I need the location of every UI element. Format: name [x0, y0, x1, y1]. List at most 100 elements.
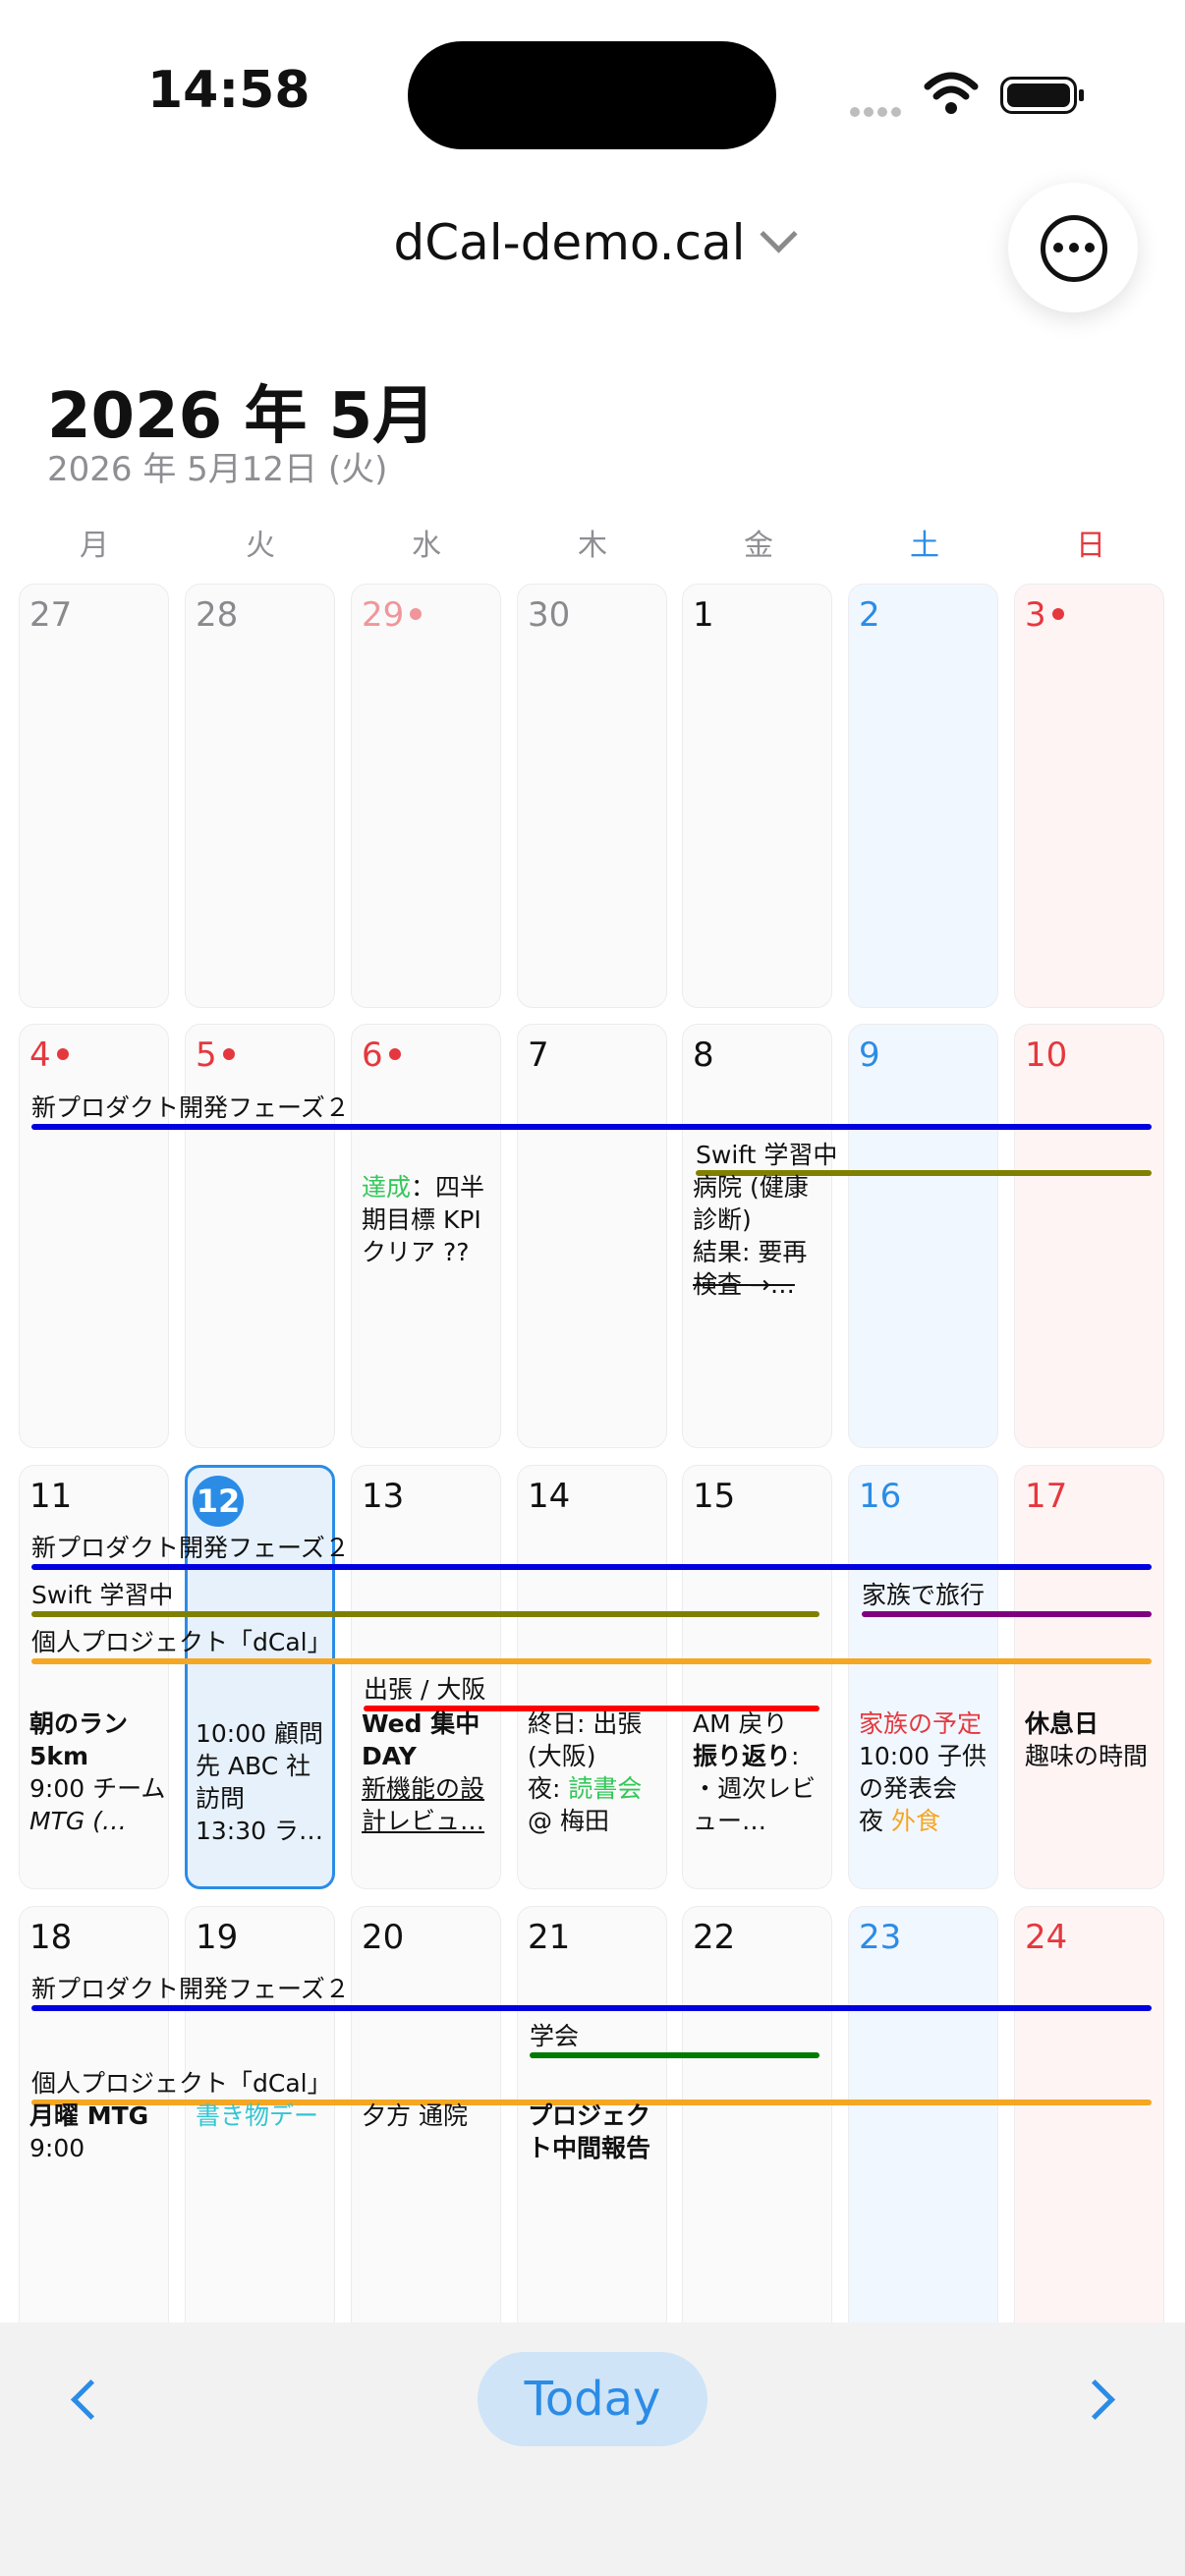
- day-number: 30: [528, 595, 571, 635]
- event-text[interactable]: プロジェクト中間報告: [528, 2100, 665, 2164]
- day-number: 22: [693, 1918, 736, 1957]
- day-number: 29: [362, 595, 423, 635]
- event-bar-label: 個人プロジェクト「dCal」: [31, 1628, 332, 1656]
- day-cell[interactable]: [1014, 1024, 1164, 1448]
- day-number: 6: [362, 1036, 401, 1075]
- holiday-dot: [1051, 607, 1064, 620]
- day-cell[interactable]: [848, 584, 998, 1008]
- dynamic-island: [408, 41, 776, 149]
- day-number: 13: [362, 1477, 405, 1516]
- chevron-down-icon: [759, 215, 798, 253]
- holiday-dot: [388, 1047, 401, 1060]
- event-text[interactable]: 家族の予定 10:00 子供の発表会 夜 外食: [859, 1708, 996, 1837]
- day-number: 3: [1025, 595, 1064, 635]
- next-month-button[interactable]: [1067, 2370, 1126, 2429]
- calendar-selector[interactable]: dCal-demo.cal: [0, 214, 1185, 271]
- event-bar-label: Swift 学習中: [31, 1581, 174, 1609]
- day-number: 7: [528, 1036, 549, 1075]
- event-bar[interactable]: [31, 1658, 1152, 1664]
- day-cell[interactable]: [848, 1024, 998, 1448]
- day-number: 21: [528, 1918, 571, 1957]
- event-bar-label: 出張 / 大阪: [364, 1675, 486, 1704]
- event-text[interactable]: Wed 集中DAY 新機能の設計レビュ…: [362, 1708, 499, 1837]
- day-number: 10: [1025, 1036, 1068, 1075]
- event-text[interactable]: 10:00 顧問先 ABC 社訪問 13:30 ラ…: [196, 1717, 333, 1847]
- previous-month-button[interactable]: [59, 2370, 118, 2429]
- event-bar[interactable]: [31, 2005, 1152, 2011]
- chevron-right-icon: [1074, 2379, 1116, 2421]
- more-options-button[interactable]: [1008, 183, 1138, 312]
- day-number: 5: [196, 1036, 235, 1075]
- day-number: 8: [693, 1036, 714, 1075]
- event-text[interactable]: AM 戻り 振り返り: ・週次レビュー…: [693, 1708, 830, 1837]
- event-bar-label: 学会: [530, 2022, 580, 2050]
- day-cell[interactable]: [19, 1024, 169, 1448]
- day-number: 24: [1025, 1918, 1068, 1957]
- event-text[interactable]: 月曜 MTG 9:00: [29, 2100, 167, 2164]
- day-number: 4: [29, 1036, 69, 1075]
- event-text[interactable]: 書き物デー: [196, 2100, 333, 2132]
- weekday-tue: 火: [246, 529, 275, 563]
- event-bar-label: 新プロダクト開発フェーズ２: [31, 1534, 350, 1562]
- event-text[interactable]: 9:00 チームMTG (…: [29, 1772, 167, 1837]
- day-number: 17: [1025, 1477, 1068, 1516]
- weekday-thu: 木: [578, 529, 607, 563]
- day-cell[interactable]: [848, 1906, 998, 2338]
- today-day-number: 12: [193, 1476, 244, 1527]
- event-text[interactable]: 病院 (健康診断) 結果: 要再 検査 →…: [693, 1171, 830, 1301]
- selected-date: 2026 年 5月12日 (火): [47, 450, 388, 489]
- event-bar[interactable]: [530, 2052, 819, 2058]
- weekday-fri: 金: [744, 529, 773, 563]
- wifi-icon: [924, 72, 979, 114]
- day-number: 11: [29, 1477, 73, 1516]
- weekday-sat: 土: [910, 529, 939, 563]
- event-text[interactable]: 休息日 趣味の時間: [1025, 1708, 1162, 1772]
- day-cell[interactable]: [19, 584, 169, 1008]
- event-bar-label: 個人プロジェクト「dCal」: [31, 2069, 332, 2098]
- weekday-wed: 水: [412, 529, 441, 563]
- event-bar-label: 家族で旅行: [862, 1581, 986, 1609]
- day-number: 16: [859, 1477, 902, 1516]
- event-bar-label: 新プロダクト開発フェーズ２: [31, 1975, 350, 2003]
- day-cell[interactable]: [517, 1024, 667, 1448]
- today-button[interactable]: Today: [478, 2352, 707, 2446]
- weekday-sun: 日: [1076, 529, 1105, 563]
- weekday-mon: 月: [80, 529, 109, 563]
- event-bar-label: 新プロダクト開発フェーズ２: [31, 1093, 350, 1122]
- holiday-dot: [56, 1047, 69, 1060]
- day-cell[interactable]: [351, 584, 501, 1008]
- event-text[interactable]: 達成：四半期目標 KPI クリア ??: [362, 1171, 499, 1268]
- event-bar[interactable]: [31, 1124, 1152, 1130]
- day-number: 23: [859, 1918, 902, 1957]
- day-number: 28: [196, 595, 239, 635]
- status-time: 14:58: [147, 61, 310, 120]
- holiday-dot: [222, 1047, 235, 1060]
- chevron-left-icon: [70, 2379, 112, 2421]
- event-bar[interactable]: [31, 1564, 1152, 1570]
- calendar-name: dCal-demo.cal: [393, 214, 746, 271]
- day-cell[interactable]: [1014, 584, 1164, 1008]
- day-number: 14: [528, 1477, 571, 1516]
- day-number: 1: [693, 595, 714, 635]
- day-cell[interactable]: [1014, 1906, 1164, 2338]
- day-cell[interactable]: [682, 584, 832, 1008]
- event-text[interactable]: 終日: 出張 (大阪) 夜: 読書会 @ 梅田: [528, 1708, 665, 1837]
- event-bar[interactable]: [31, 1611, 819, 1617]
- day-number: 15: [693, 1477, 736, 1516]
- cellular-signal-icon: [850, 102, 905, 121]
- day-cell[interactable]: [517, 584, 667, 1008]
- event-bar[interactable]: [862, 1611, 1152, 1617]
- holiday-dot: [410, 607, 423, 620]
- day-cell[interactable]: [682, 1906, 832, 2338]
- day-number: 27: [29, 595, 73, 635]
- day-number: 2: [859, 595, 880, 635]
- day-cell[interactable]: [185, 584, 335, 1008]
- day-number: 19: [196, 1918, 239, 1957]
- day-cell[interactable]: [185, 1024, 335, 1448]
- event-text[interactable]: 朝のラン 5km: [29, 1708, 167, 1772]
- day-cell[interactable]: [1014, 1465, 1164, 1889]
- event-bar-label: Swift 学習中: [696, 1141, 838, 1169]
- battery-icon: [1000, 77, 1084, 114]
- day-number: 20: [362, 1918, 405, 1957]
- event-text[interactable]: 夕方 通院: [362, 2100, 499, 2132]
